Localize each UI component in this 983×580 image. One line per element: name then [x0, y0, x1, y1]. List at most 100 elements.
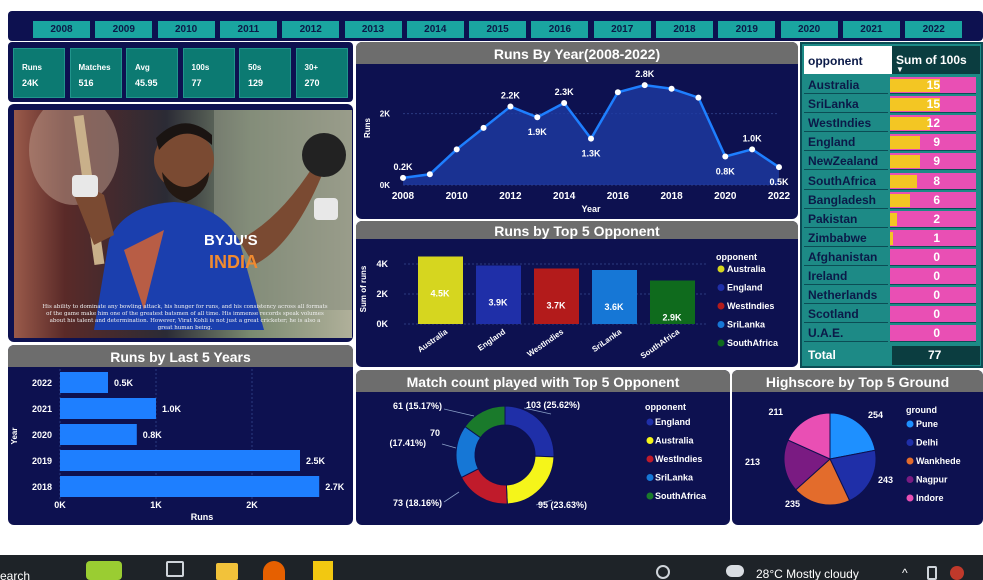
year-button-2015[interactable]: 2015 [469, 21, 527, 38]
year-button-2017[interactable]: 2017 [593, 21, 651, 38]
point-2019 [695, 94, 702, 101]
year-button-2009[interactable]: 2009 [95, 21, 153, 38]
hundreds-bar [890, 231, 894, 245]
hundreds-bar [890, 212, 897, 226]
table-row[interactable]: NewZealand 9 [804, 153, 976, 171]
point-2009 [426, 171, 433, 178]
opponent-name: Ireland [804, 268, 888, 285]
powerbi-icon[interactable] [313, 561, 333, 580]
hundreds-cell: 0 [890, 248, 976, 266]
table-row[interactable]: Afghanistan 0 [804, 248, 976, 266]
bar-value-label: 1.0K [162, 404, 182, 414]
x-tick: Australia [416, 327, 450, 354]
year-button-2014[interactable]: 2014 [406, 21, 464, 38]
table-row[interactable]: U.A.E. 0 [804, 325, 976, 343]
legend-swatch [906, 476, 914, 483]
hundreds-cell: 0 [890, 325, 976, 343]
opponent-name: Pakistan [804, 210, 888, 228]
header-sum-cell[interactable]: Sum of 100s ▼ [892, 46, 980, 74]
table-row[interactable]: Bangladesh 6 [804, 191, 976, 209]
table-row[interactable]: Netherlands 0 [804, 287, 976, 305]
data-label: 1.3K [581, 149, 601, 159]
total-value: 77 [928, 348, 942, 362]
x-tick: 2010 [446, 191, 469, 202]
table-row[interactable]: SouthAfrica 8 [804, 172, 976, 190]
year-button-2016[interactable]: 2016 [531, 21, 589, 38]
year-button-2021[interactable]: 2021 [842, 21, 900, 38]
match-count-chart: 103 (25.62%) 95 (23.63%) 73 (18.16%) 70 61 (… [389, 400, 707, 510]
year-button-2013[interactable]: 2013 [344, 21, 402, 38]
table-row[interactable]: Zimbabwe 1 [804, 229, 976, 247]
legend-item: WestIndies [727, 301, 774, 311]
chevron-up-icon[interactable]: ^ [902, 566, 908, 580]
hundreds-value: 0 [933, 307, 940, 322]
year-button-2020[interactable]: 2020 [780, 21, 838, 38]
year-button-2012[interactable]: 2012 [282, 21, 340, 38]
hundreds-cell: 6 [890, 191, 976, 209]
point-2013 [534, 114, 541, 121]
table-row[interactable]: England 9 [804, 134, 976, 152]
year-button-2010[interactable]: 2010 [157, 21, 215, 38]
bar-value-label: 2.5K [306, 456, 326, 466]
legend-item: SouthAfrica [655, 491, 707, 501]
kpi-label: Matches [78, 63, 111, 72]
y-tick: 2K [380, 110, 390, 119]
point-2014 [561, 99, 568, 106]
year-button-2018[interactable]: 2018 [656, 21, 713, 38]
file-explorer-icon[interactable] [216, 563, 238, 580]
table-row[interactable]: Ireland 0 [804, 268, 976, 285]
hundreds-bar [890, 136, 920, 150]
legend-item: England [655, 417, 691, 427]
legend-swatch [906, 439, 914, 446]
x-tick: 2012 [499, 191, 522, 202]
legend-item: SouthAfrica [727, 338, 779, 348]
point-2020 [722, 153, 729, 160]
legend-swatch [646, 437, 654, 444]
runs-by-year-chart: 0.2K 2.2K 1.9K 2.3K 1.3K 2.8K 0.8K 1.0K 0.5K 0K 2K… [363, 69, 791, 214]
hundreds-cell: 0 [890, 306, 976, 324]
battery-icon[interactable] [927, 566, 937, 580]
taskbar-search[interactable]: earch [0, 569, 30, 580]
firefox-icon[interactable] [263, 561, 285, 580]
header-opponent[interactable]: opponent [808, 54, 863, 68]
table-row[interactable]: Australia 15 [804, 77, 976, 94]
hundreds-bar [890, 155, 920, 169]
bar-value-label: 2.7K [325, 482, 345, 492]
weather-icon[interactable] [726, 565, 744, 577]
people-icon[interactable] [656, 565, 670, 579]
y-tick: 2K [376, 289, 388, 299]
year-button-2019[interactable]: 2019 [718, 21, 776, 38]
table-row[interactable]: Scotland 0 [804, 306, 976, 324]
year-button-2022[interactable]: 2022 [905, 21, 963, 38]
legend-swatch [646, 455, 654, 463]
y-axis-label: Sum of runs [359, 265, 368, 312]
x-axis-label: Runs [191, 512, 214, 522]
hundreds-cell: 15 [890, 96, 976, 114]
y-tick: 2022 [32, 378, 52, 388]
opponent-name: Zimbabwe [804, 229, 888, 247]
bar-westindies [534, 268, 579, 324]
slice-label: 254 [868, 410, 883, 420]
app-icon[interactable] [950, 566, 964, 580]
table-row[interactable]: WestIndies 12 [804, 115, 976, 133]
year-button-2011[interactable]: 2011 [219, 21, 277, 38]
bar-value-label: 0.8K [143, 430, 163, 440]
table-row[interactable]: SriLanka 15 [804, 96, 976, 114]
opponent-name: U.A.E. [804, 325, 888, 343]
bar-value-label: 2.9K [662, 313, 682, 323]
slice-label: (17.41%) [389, 438, 426, 448]
year-button-2008[interactable]: 2008 [33, 21, 90, 38]
kpi-card-avg: Avg 45.95 [126, 48, 178, 98]
x-tick: WestIndies [526, 327, 566, 359]
legend-item: WestIndies [655, 454, 702, 464]
data-label: 2.2K [501, 91, 521, 101]
last5-panel: Runs by Last 5 Years 0K 1K 2K 2022 0.5K 2021 1… [8, 345, 353, 525]
weather-text[interactable]: 28°C Mostly cloudy [756, 567, 859, 580]
game-app-icon[interactable] [86, 561, 122, 580]
legend-item: Nagpur [916, 475, 948, 485]
x-tick: 2016 [607, 191, 630, 202]
task-view-icon[interactable] [166, 561, 184, 577]
table-row[interactable]: Pakistan 2 [804, 210, 976, 228]
legend-swatch [646, 418, 654, 426]
hundreds-bar [890, 193, 910, 207]
